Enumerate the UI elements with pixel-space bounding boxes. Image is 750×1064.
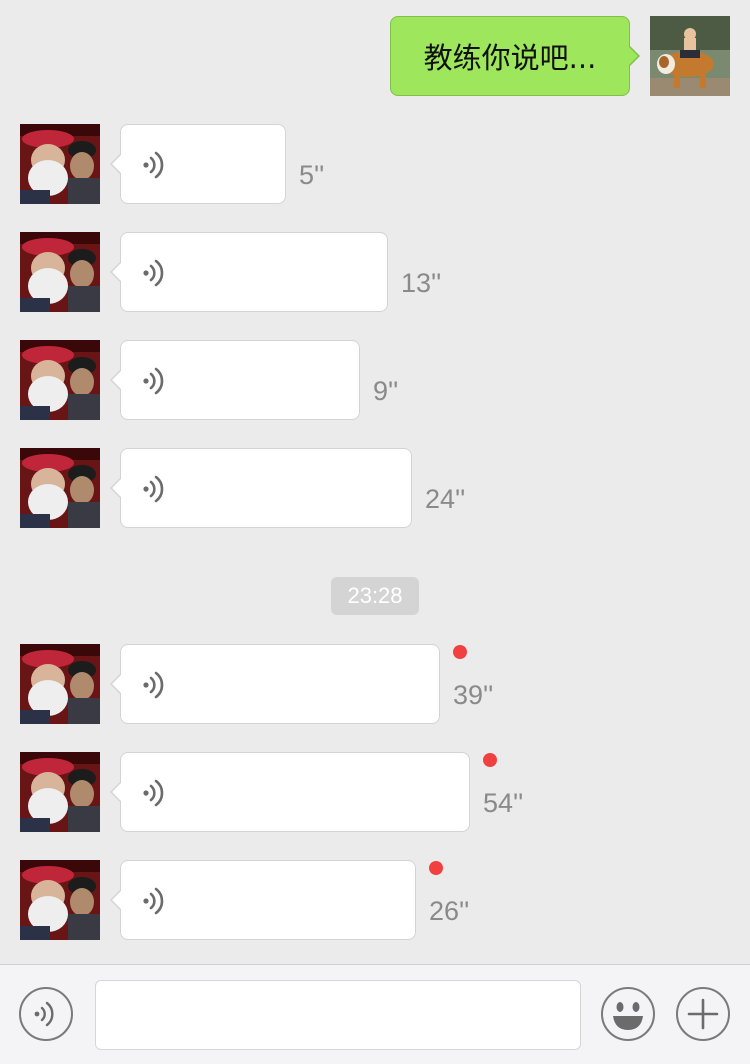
sound-wave-icon [139, 257, 171, 289]
unread-indicator [453, 645, 467, 659]
message-input[interactable] [95, 980, 581, 1050]
smiley-icon [613, 1002, 643, 1030]
voice-message-bubble[interactable] [110, 124, 286, 204]
outgoing-message-text: 教练你说吧... [423, 41, 597, 75]
voice-message-bubble[interactable] [110, 232, 388, 312]
voice-message-bubble[interactable] [110, 752, 470, 832]
coach-avatar[interactable] [20, 448, 100, 528]
voice-message-bubble[interactable] [110, 448, 412, 528]
chat-input-bar [0, 964, 750, 1064]
coach-avatar[interactable] [20, 340, 100, 420]
sound-wave-icon [139, 149, 171, 181]
sound-wave-icon [139, 885, 171, 917]
sound-wave-icon [139, 365, 171, 397]
coach-avatar[interactable] [20, 752, 100, 832]
voice-duration: 24'' [425, 484, 466, 514]
sound-wave-icon [139, 669, 171, 701]
sound-wave-icon [139, 473, 171, 505]
voice-duration: 9'' [373, 376, 399, 406]
unread-indicator [429, 861, 443, 875]
voice-message-bubble[interactable] [110, 860, 416, 940]
voice-duration: 39'' [453, 680, 494, 710]
voice-duration: 5'' [299, 160, 325, 190]
emoji-button[interactable] [601, 987, 655, 1041]
message-timestamp: 23:28 [331, 577, 419, 615]
voice-input-button[interactable] [19, 987, 73, 1041]
plus-icon [687, 998, 719, 1030]
coach-avatar[interactable] [20, 124, 100, 204]
coach-avatar[interactable] [20, 644, 100, 724]
voice-duration: 13'' [401, 268, 442, 298]
voice-duration: 26'' [429, 896, 470, 926]
voice-message-bubble[interactable] [110, 644, 440, 724]
outgoing-message-bubble[interactable]: 教练你说吧... [390, 16, 640, 96]
sound-wave-icon [139, 777, 171, 809]
voice-input-icon [34, 1001, 54, 1027]
coach-avatar[interactable] [20, 860, 100, 940]
voice-message-bubble[interactable] [110, 340, 360, 420]
my-avatar[interactable] [650, 16, 730, 96]
coach-avatar[interactable] [20, 232, 100, 312]
more-button[interactable] [676, 987, 730, 1041]
unread-indicator [483, 753, 497, 767]
voice-duration: 54'' [483, 788, 524, 818]
